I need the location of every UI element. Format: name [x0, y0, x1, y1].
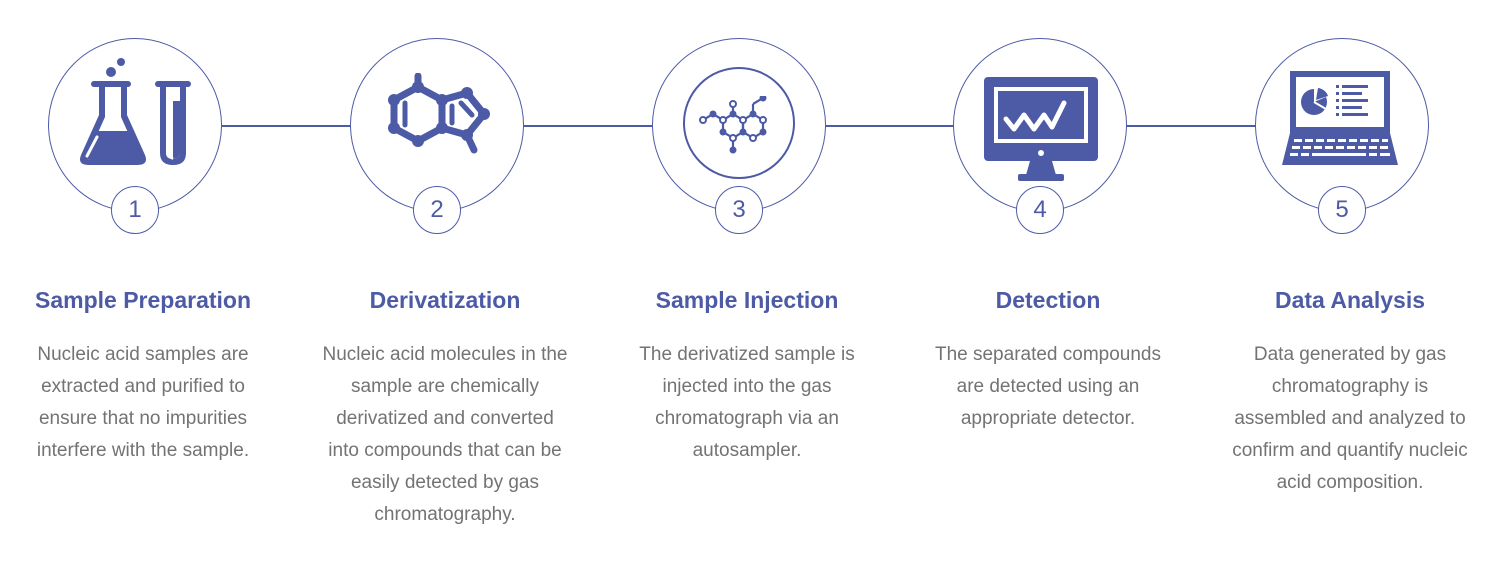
step-title: Derivatization	[369, 287, 521, 313]
step-title: Data Analysis	[1275, 287, 1425, 313]
description-line: chromatography is	[1271, 376, 1429, 397]
connector-line-4-5	[1127, 125, 1255, 127]
description-line: are detected using an	[956, 376, 1140, 397]
step-title: Detection	[995, 287, 1101, 313]
description-line: into compounds that can be	[328, 440, 562, 461]
description-line: extracted and purified to	[41, 376, 245, 397]
connector-line-2-3	[524, 125, 652, 127]
connector-line-3-4	[826, 125, 954, 127]
description-line: derivatized and converted	[336, 408, 554, 429]
description-line: assembled and analyzed to	[1234, 408, 1466, 429]
monitor-signal-icon	[984, 77, 1098, 181]
step-number-badge: 2	[413, 186, 461, 234]
description-line: chromatography.	[374, 504, 516, 525]
description-line: Nucleic acid molecules in the	[322, 344, 568, 365]
description-line: injected into the gas	[662, 376, 832, 397]
description-line: Nucleic acid samples are	[37, 344, 249, 365]
step-number-badge: 4	[1016, 186, 1064, 234]
step-title: Sample Injection	[655, 287, 839, 313]
molecular-structure-icon	[699, 96, 767, 154]
step-description: Data generated by gas chromatography is …	[1200, 339, 1491, 499]
step-description: The separated compounds are detected usi…	[898, 339, 1198, 435]
molecule-ring-icon	[388, 73, 490, 154]
description-line: Data generated by gas	[1253, 344, 1447, 365]
flask-and-test-tube-icon	[80, 58, 191, 165]
description-line: sample are chemically	[351, 376, 539, 397]
description-line: confirm and quantify nucleic	[1232, 440, 1468, 461]
description-line: chromatograph via an	[655, 408, 839, 429]
description-line: interfere with the sample.	[36, 440, 250, 461]
step-description: Nucleic acid samples are extracted and p…	[0, 339, 293, 467]
description-line: ensure that no impurities	[38, 408, 248, 429]
step-number-badge: 3	[715, 186, 763, 234]
description-line: autosampler.	[692, 440, 802, 461]
step-title: Sample Preparation	[34, 287, 252, 313]
step-number-badge: 5	[1318, 186, 1366, 234]
step-number-badge: 1	[111, 186, 159, 234]
description-line: The derivatized sample is	[639, 344, 855, 365]
description-line: appropriate detector.	[960, 408, 1136, 429]
description-line: acid composition.	[1276, 472, 1424, 493]
step-description: The derivatized sample is injected into …	[597, 339, 897, 467]
step-description: Nucleic acid molecules in the sample are…	[295, 339, 595, 531]
description-line: easily detected by gas	[350, 472, 539, 493]
description-line: The separated compounds	[934, 344, 1162, 365]
connector-line-1-2	[222, 125, 350, 127]
laptop-chart-icon	[1282, 71, 1398, 165]
